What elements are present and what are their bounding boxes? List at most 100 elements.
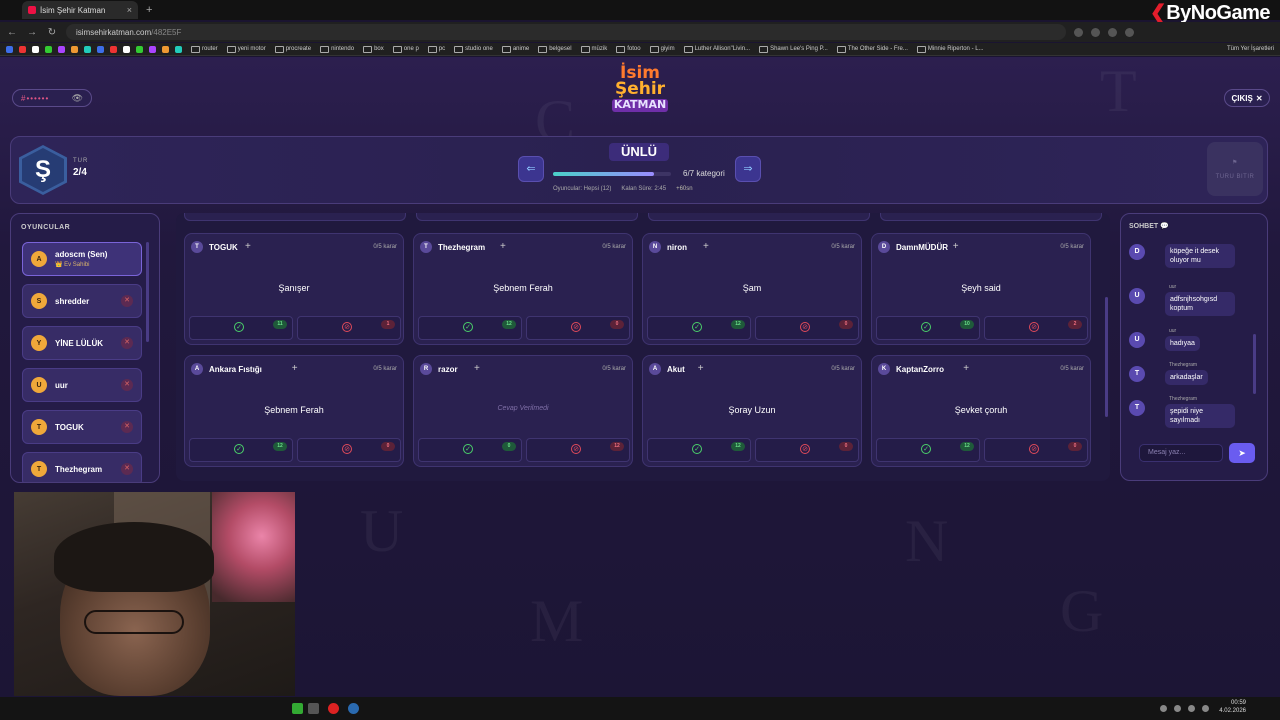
extension-icon[interactable] — [1074, 27, 1083, 37]
bookmark-icon[interactable] — [32, 45, 39, 53]
bookmark-icon[interactable] — [110, 45, 117, 53]
approve-button[interactable]: ✓ 12 — [647, 316, 751, 340]
reject-button[interactable]: ⊘ 0 — [297, 438, 401, 462]
reject-button[interactable]: ⊘ 12 — [526, 438, 630, 462]
browser-tab[interactable]: İsim Şehir Katman × — [22, 1, 138, 19]
finish-round-button[interactable]: ⚑ TURU BITIR — [1207, 142, 1263, 196]
bookmark-item[interactable]: one p — [393, 46, 419, 53]
approve-button[interactable]: ✓ 10 — [876, 316, 980, 340]
bookmark-item[interactable]: anime — [502, 46, 529, 53]
extension-icon[interactable] — [1108, 27, 1117, 37]
add-point-button[interactable]: + — [500, 241, 506, 252]
reject-button[interactable]: ⊘ 0 — [755, 316, 859, 340]
next-category-button[interactable]: ⇒ — [735, 156, 761, 182]
add-point-button[interactable]: + — [474, 363, 480, 374]
add-point-button[interactable]: + — [963, 363, 969, 374]
add-point-button[interactable]: + — [292, 363, 298, 374]
bookmark-icon[interactable] — [19, 45, 26, 53]
player-item[interactable]: Uuur ✕ — [22, 368, 142, 402]
add-point-button[interactable]: + — [698, 363, 704, 374]
bookmark-item[interactable]: The Other Side - Fre... — [837, 46, 908, 53]
taskbar-app-icon[interactable] — [292, 703, 303, 714]
clock[interactable]: 00:59 4.02.2026 — [1219, 700, 1246, 716]
tray-icon[interactable] — [1174, 705, 1181, 712]
bookmark-icon[interactable] — [6, 45, 13, 53]
approve-button[interactable]: ✓ 0 — [418, 438, 522, 462]
bookmark-icon[interactable] — [97, 45, 104, 53]
reject-button[interactable]: ⊘ 0 — [755, 438, 859, 462]
player-item[interactable]: Sshredder ✕ — [22, 284, 142, 318]
reject-button[interactable]: ⊘ 2 — [984, 316, 1088, 340]
player-item[interactable]: T TOGUK ✕ — [22, 410, 142, 444]
ban-icon: ⊘ — [800, 444, 810, 454]
add-point-button[interactable]: + — [953, 241, 959, 252]
approve-button[interactable]: ✓ 12 — [876, 438, 980, 462]
tab-close-icon[interactable]: × — [127, 5, 132, 15]
bookmark-item[interactable]: Minnie Riperton - L... — [917, 46, 984, 53]
add-point-button[interactable]: + — [245, 241, 251, 252]
approve-button[interactable]: ✓ 12 — [647, 438, 751, 462]
steam-icon[interactable] — [348, 703, 359, 714]
bookmark-item[interactable]: box — [363, 46, 384, 53]
kick-player-icon[interactable]: ✕ — [121, 337, 133, 349]
back-icon[interactable]: ← — [6, 27, 18, 38]
bookmark-item[interactable]: fotoo — [616, 46, 640, 53]
send-button[interactable]: ➤ — [1229, 443, 1255, 463]
new-tab-button[interactable]: + — [146, 4, 152, 16]
bookmark-icon[interactable] — [149, 45, 156, 53]
bookmark-icons[interactable] — [6, 45, 182, 53]
profile-avatar[interactable] — [1125, 27, 1134, 37]
approve-button[interactable]: ✓ 12 — [418, 316, 522, 340]
kick-player-icon[interactable]: ✕ — [121, 463, 133, 475]
bookmark-icon[interactable] — [136, 45, 143, 53]
kick-player-icon[interactable]: ✕ — [121, 295, 133, 307]
bookmark-item[interactable]: Luther Allison"Livin... — [684, 46, 751, 53]
bookmark-item[interactable]: yeni motor — [227, 46, 266, 53]
bookmark-item[interactable]: router — [191, 46, 218, 53]
bookmark-icon[interactable] — [175, 45, 182, 53]
approve-button[interactable]: ✓ 12 — [189, 438, 293, 462]
wifi-icon[interactable] — [1188, 705, 1195, 712]
bookmark-icon[interactable] — [71, 45, 78, 53]
exit-button[interactable]: ÇIKIŞ ✕ — [1224, 89, 1270, 107]
bookmark-item[interactable]: pc — [428, 46, 445, 53]
bookmark-item[interactable]: giyim — [650, 46, 675, 53]
player-item[interactable]: T Thezhegram ✕ — [22, 452, 142, 482]
reject-button[interactable]: ⊘ 1 — [297, 316, 401, 340]
add-point-button[interactable]: + — [703, 241, 709, 252]
player-item[interactable]: Aadoscm (Sen) 👑 Ev Sahibi — [22, 242, 142, 276]
chat-input[interactable]: Mesaj yaz... — [1139, 444, 1223, 462]
bookmark-icon[interactable] — [162, 45, 169, 53]
bookmark-item[interactable]: studio one — [454, 46, 493, 53]
bookmark-item[interactable]: müzik — [581, 46, 608, 53]
answers-scrollbar[interactable] — [1105, 297, 1108, 417]
taskbar-app-icon[interactable] — [308, 703, 319, 714]
volume-icon[interactable] — [1202, 705, 1209, 712]
reject-button[interactable]: ⊘ 0 — [984, 438, 1088, 462]
reload-icon[interactable]: ↻ — [46, 27, 58, 38]
eye-icon[interactable]: 👁 — [72, 93, 83, 104]
room-code-pill[interactable]: #•••••• 👁 — [12, 89, 92, 107]
kick-player-icon[interactable]: ✕ — [121, 421, 133, 433]
url-field[interactable]: isimsehirkatman.com/482E5F — [66, 24, 1066, 40]
taskbar-app-icon[interactable] — [328, 703, 339, 714]
bookmark-icon[interactable] — [84, 45, 91, 53]
bookmark-item[interactable]: belgesel — [538, 46, 571, 53]
forward-icon[interactable]: → — [26, 27, 38, 38]
bookmark-icon[interactable] — [58, 45, 65, 53]
bookmark-item[interactable]: procreate — [275, 46, 311, 53]
bookmark-icon[interactable] — [45, 45, 52, 53]
bookmark-icon[interactable] — [123, 45, 130, 53]
prev-category-button[interactable]: ⇐ — [518, 156, 544, 182]
reject-button[interactable]: ⊘ 0 — [526, 316, 630, 340]
chat-scrollbar[interactable] — [1253, 334, 1256, 394]
approve-button[interactable]: ✓ 11 — [189, 316, 293, 340]
all-bookmarks[interactable]: Tüm Yer İşaretleri — [1227, 46, 1274, 52]
bookmark-item[interactable]: nintendo — [320, 46, 354, 53]
extension-icon[interactable] — [1091, 27, 1100, 37]
bookmark-item[interactable]: Shawn Lee's Ping P... — [759, 46, 828, 53]
kick-player-icon[interactable]: ✕ — [121, 379, 133, 391]
player-item[interactable]: Y YİNE LÜLÜK ✕ — [22, 326, 142, 360]
players-scrollbar[interactable] — [146, 242, 149, 342]
tray-icon[interactable] — [1160, 705, 1167, 712]
